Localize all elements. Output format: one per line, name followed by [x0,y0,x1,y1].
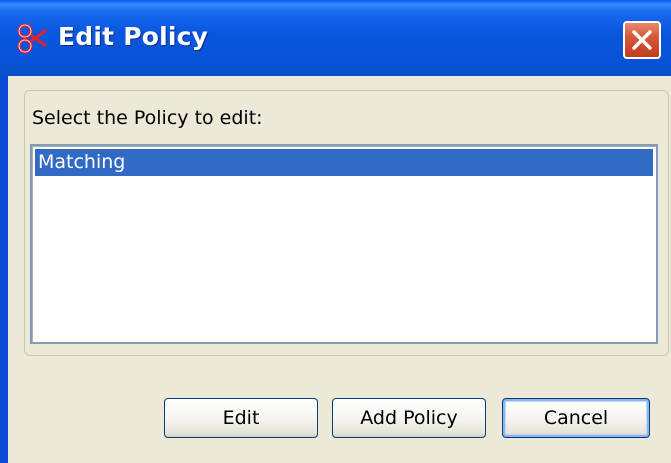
policy-listbox[interactable]: Matching [30,144,658,344]
cancel-button[interactable]: Cancel [502,398,650,438]
add-policy-button[interactable]: Add Policy [332,398,486,438]
title-bar[interactable]: Edit Policy [0,0,671,76]
close-button[interactable] [623,21,661,59]
edit-button[interactable]: Edit [164,398,318,438]
close-x-icon [632,30,652,50]
policy-list-item-matching[interactable]: Matching [35,149,653,176]
policy-scissors-icon [16,22,50,54]
select-policy-label: Select the Policy to edit: [32,107,263,129]
dialog-body: Select the Policy to edit: Matching Edit… [8,76,671,463]
window-title: Edit Policy [58,22,209,51]
edit-policy-window: Edit Policy Select the Policy to edit: M… [0,0,671,463]
